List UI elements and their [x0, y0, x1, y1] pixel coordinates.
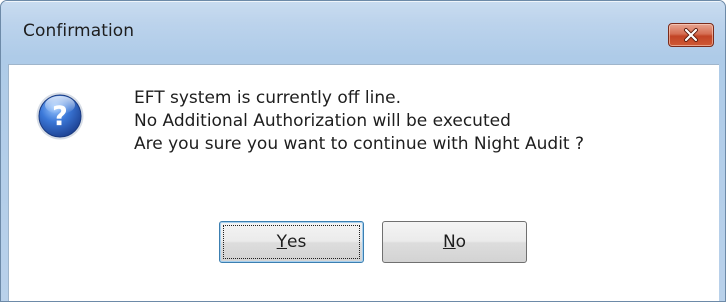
- dialog-message: EFT system is currently off line. No Add…: [134, 87, 584, 156]
- svg-text:?: ?: [52, 101, 68, 132]
- close-icon: [684, 28, 698, 42]
- no-button[interactable]: No: [382, 221, 527, 263]
- message-line: EFT system is currently off line.: [134, 88, 401, 108]
- dialog-title: Confirmation: [23, 21, 135, 41]
- question-icon: ?: [36, 92, 84, 140]
- message-line: No Additional Authorization will be exec…: [134, 111, 511, 131]
- no-accelerator: N: [442, 232, 456, 252]
- title-bar[interactable]: Confirmation: [1, 1, 725, 63]
- yes-accelerator: Y: [276, 232, 288, 252]
- yes-label: es: [287, 232, 307, 252]
- confirmation-dialog: Confirmation ? EFT system is currently o…: [0, 0, 726, 302]
- no-label: o: [455, 232, 467, 252]
- message-line: Are you sure you want to continue with N…: [134, 134, 585, 154]
- yes-button[interactable]: Yes: [219, 221, 364, 263]
- dialog-body: ? EFT system is currently off line. No A…: [8, 64, 719, 301]
- close-button[interactable]: [668, 23, 714, 47]
